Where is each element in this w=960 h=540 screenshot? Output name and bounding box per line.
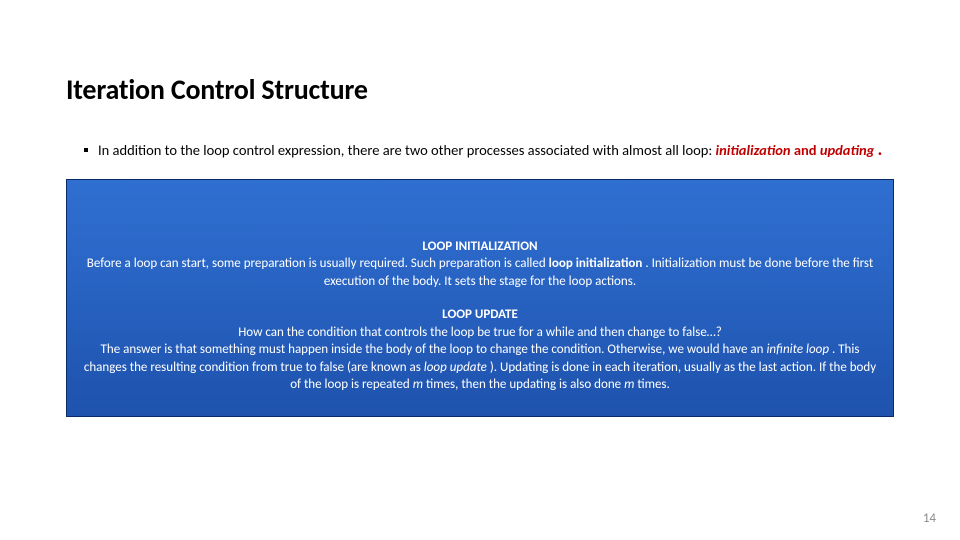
section-update: LOOP UPDATE How can the condition that c… <box>79 306 881 394</box>
bullet-lead: In addition to the loop control expressi… <box>98 141 716 159</box>
upd-p2f: m <box>413 377 423 392</box>
init-p1a: Before a loop can start, some preparatio… <box>87 256 549 271</box>
keyword-initialization: initialization <box>716 141 791 159</box>
upd-p2h: m <box>624 377 634 392</box>
update-question: How can the condition that controls the … <box>79 324 881 342</box>
info-card: LOOP INITIALIZATION Before a loop can st… <box>66 179 894 417</box>
section-title-update: LOOP UPDATE <box>79 306 881 324</box>
page-number: 14 <box>923 511 936 526</box>
bullet-text: In addition to the loop control expressi… <box>98 141 894 161</box>
init-p1b: loop initialization <box>549 256 643 271</box>
keyword-dot: . <box>878 138 883 160</box>
section-body-initialization: Before a loop can start, some preparatio… <box>79 255 881 290</box>
keyword-and: and <box>794 141 820 159</box>
bullet-icon <box>84 148 88 152</box>
upd-p2b: infinite loop <box>766 342 829 357</box>
section-body-update: The answer is that something must happen… <box>79 341 881 394</box>
upd-p2i: times. <box>637 377 669 392</box>
slide-title: Iteration Control Structure <box>66 72 894 107</box>
keyword-updating: updating <box>820 141 874 159</box>
upd-p2g: times, then the updating is also done <box>426 377 624 392</box>
section-initialization: LOOP INITIALIZATION Before a loop can st… <box>79 238 881 291</box>
bullet-item: In addition to the loop control expressi… <box>66 141 894 161</box>
section-title-initialization: LOOP INITIALIZATION <box>79 238 881 256</box>
slide: Iteration Control Structure In addition … <box>0 0 960 540</box>
upd-p2d: loop update <box>424 360 487 375</box>
upd-p2a: The answer is that something must happen… <box>101 342 767 357</box>
